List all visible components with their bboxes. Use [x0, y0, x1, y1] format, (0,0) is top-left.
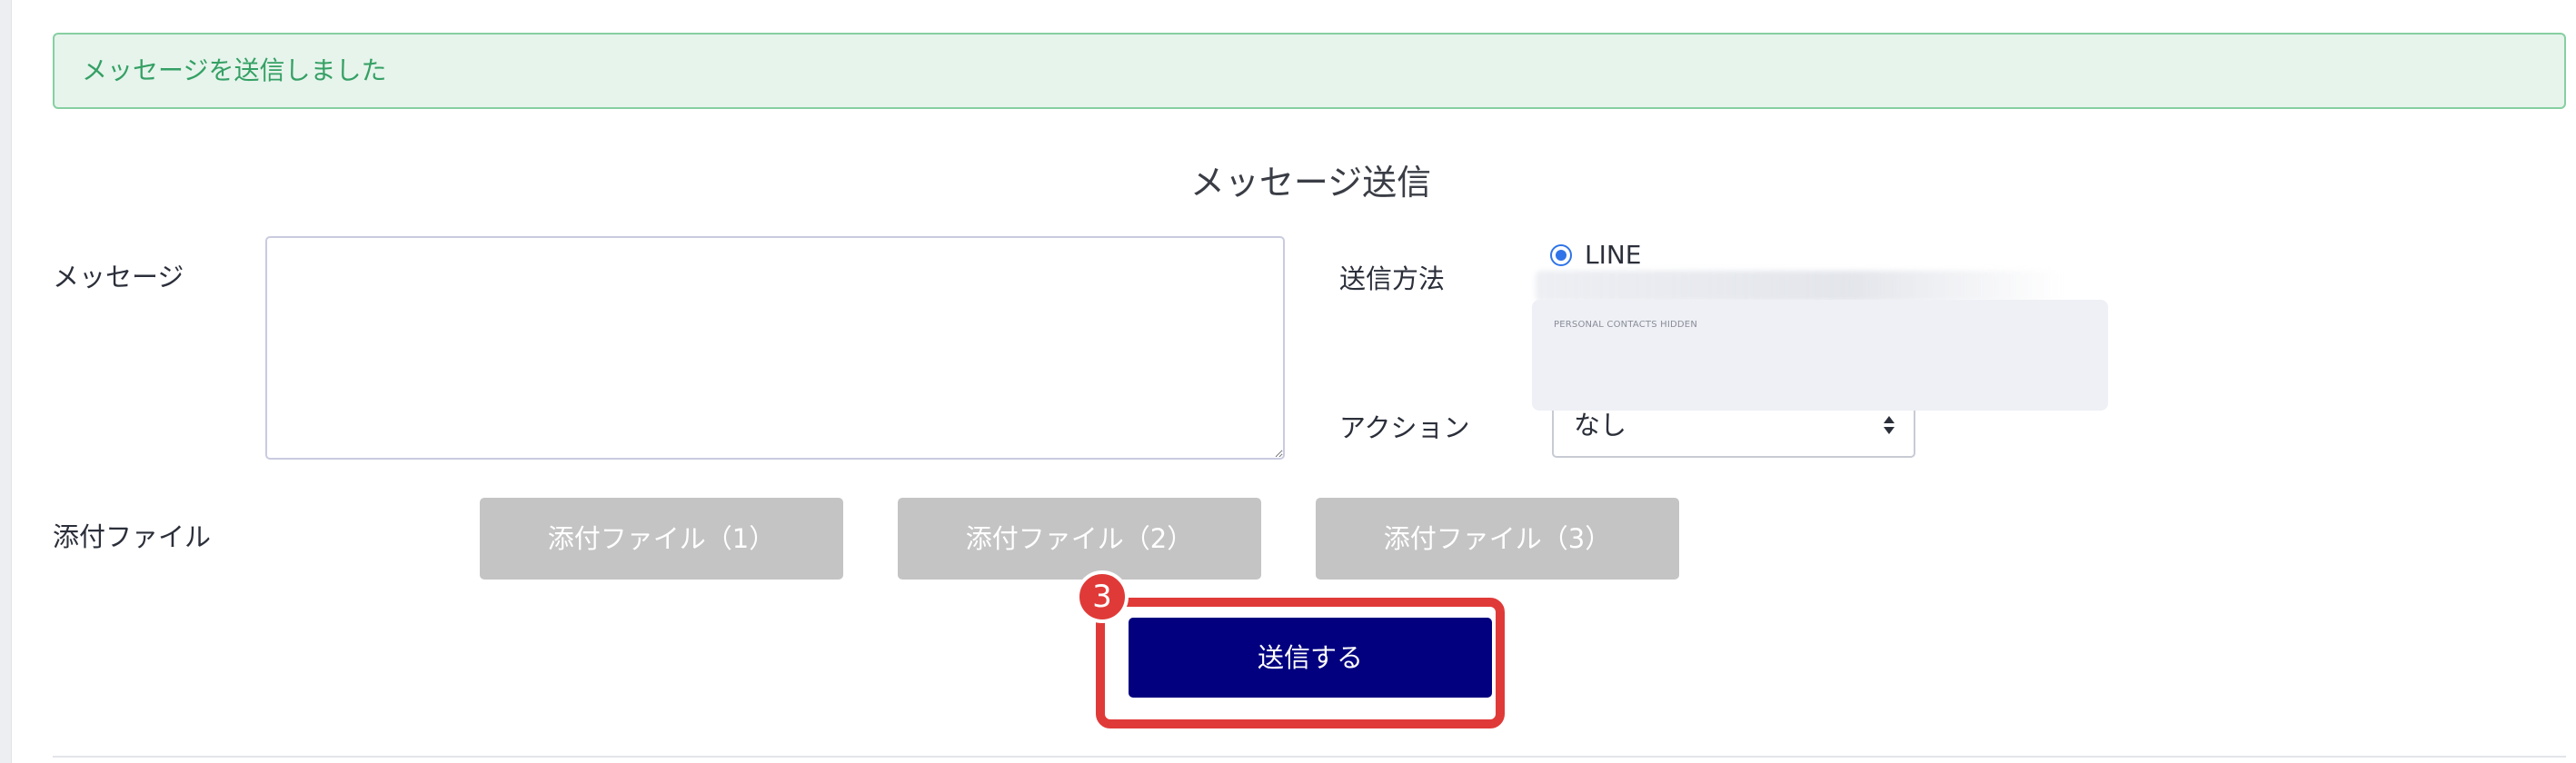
action-label: アクション	[1339, 412, 1470, 443]
success-alert: メッセージを送信しました	[53, 33, 2566, 109]
left-scroll-edge	[0, 0, 12, 763]
action-select-value: なし	[1574, 410, 1627, 441]
message-textarea[interactable]	[265, 236, 1285, 460]
message-label: メッセージ	[53, 262, 184, 292]
attachment-button-2[interactable]: 添付ファイル（2）	[898, 498, 1261, 580]
attachment-button-1[interactable]: 添付ファイル（1）	[480, 498, 843, 580]
attachment-button-3[interactable]: 添付ファイル（3）	[1316, 498, 1679, 580]
hidden-notice-text: PERSONAL CONTACTS HIDDEN	[1554, 320, 1698, 330]
redacted-blur	[1536, 271, 2063, 302]
attachments-label: 添付ファイル	[53, 521, 212, 552]
step-number-badge: 3	[1076, 570, 1129, 623]
line-radio-label[interactable]: LINE	[1585, 240, 1642, 270]
section-divider	[53, 756, 2566, 758]
send-method-label: 送信方法	[1339, 263, 1446, 294]
page-title: メッセージ送信	[1189, 163, 1432, 203]
personal-contacts-hidden-overlay: PERSONAL CONTACTS HIDDEN	[1532, 300, 2108, 411]
step-highlight-box	[1096, 598, 1505, 728]
line-radio-button[interactable]	[1550, 244, 1572, 266]
message-send-page: メッセージを送信しました メッセージ送信 メッセージ 送信方法 LINE アクシ…	[0, 0, 2576, 763]
select-arrows-icon	[1884, 416, 1895, 434]
success-alert-text: メッセージを送信しました	[82, 55, 387, 85]
